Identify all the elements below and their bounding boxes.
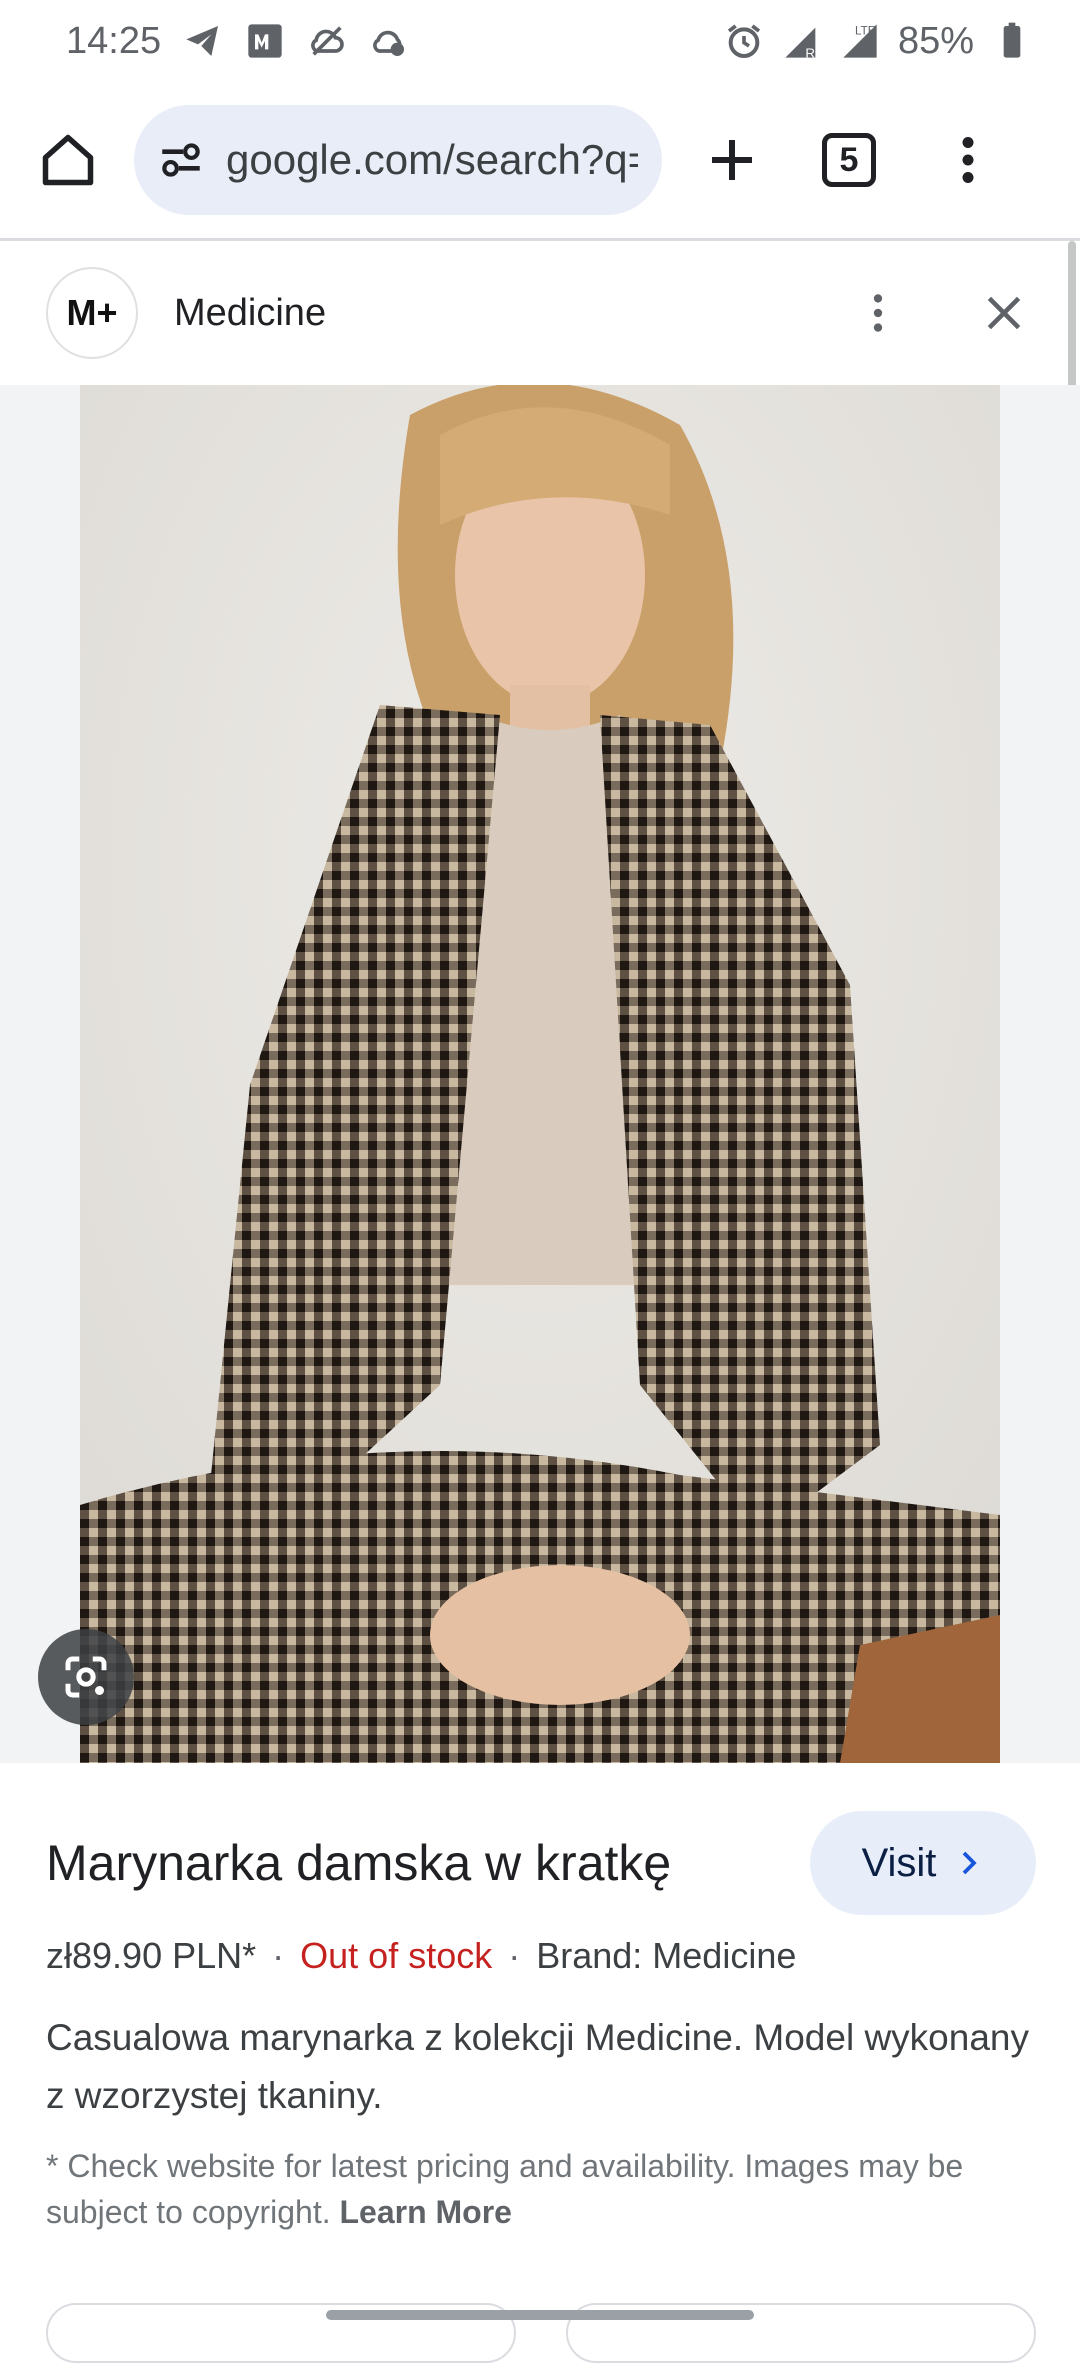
- more-vert-icon: [873, 294, 883, 332]
- cloud-off-icon: [307, 21, 347, 61]
- status-time: 14:25: [66, 19, 162, 62]
- tab-switcher-button[interactable]: 5: [822, 133, 876, 187]
- signal-lte-icon: LTE: [840, 21, 880, 61]
- product-brand: Brand: Medicine: [536, 1935, 797, 1976]
- home-button[interactable]: [32, 124, 104, 196]
- lens-icon: [65, 1656, 107, 1698]
- alarm-icon: [724, 21, 764, 61]
- source-header: M+ Medicine: [0, 241, 1080, 385]
- product-description: Casualowa marynarka z kolekcji Medicine.…: [46, 2017, 1029, 2116]
- brand-logo[interactable]: M+: [46, 267, 138, 359]
- more-vert-icon: [962, 137, 974, 183]
- status-left: 14:25: [66, 20, 409, 63]
- title-row: Marynarka damska w kratkę Visit: [46, 1809, 1036, 1917]
- home-icon: [42, 134, 94, 186]
- home-indicator[interactable]: [326, 2310, 754, 2320]
- product-info-panel: Marynarka damska w kratkę Visit zł89.90 …: [0, 1763, 1080, 2363]
- telegram-icon: [183, 21, 223, 61]
- signal-r-icon: R: [782, 21, 822, 61]
- meta-separator: ·: [508, 1935, 521, 1976]
- disclaimer: * Check website for latest pricing and a…: [46, 2143, 1036, 2235]
- status-right: R LTE 85%: [724, 20, 1032, 63]
- product-price: zł89.90 PLN*: [46, 1935, 257, 1976]
- cloud-sync-icon: [369, 21, 409, 61]
- lte-label: LTE: [855, 24, 876, 37]
- status-bar: 14:25 R LTE 85%: [0, 0, 1080, 82]
- product-photo: [80, 385, 1000, 1763]
- url-text[interactable]: google.com/search?q=: [226, 136, 638, 184]
- battery-icon: [992, 21, 1032, 61]
- plus-icon: [712, 140, 752, 180]
- close-icon: [987, 296, 1021, 330]
- svg-text:R: R: [805, 46, 815, 61]
- source-name[interactable]: Medicine: [174, 292, 326, 335]
- meta-separator: ·: [272, 1935, 285, 1976]
- visit-label: Visit: [861, 1840, 937, 1885]
- close-button[interactable]: [974, 283, 1034, 343]
- site-settings-icon[interactable]: [156, 135, 206, 185]
- stock-status: Out of stock: [300, 1935, 493, 1976]
- source-more-button[interactable]: [848, 283, 908, 343]
- product-title: Marynarka damska w kratkę: [46, 1835, 672, 1891]
- browser-menu-button[interactable]: [932, 124, 1004, 196]
- m-app-icon: [245, 21, 285, 61]
- visit-button[interactable]: Visit: [810, 1811, 1036, 1915]
- browser-toolbar: google.com/search?q= 5: [0, 82, 1080, 238]
- google-lens-button[interactable]: [38, 1629, 134, 1725]
- address-bar[interactable]: google.com/search?q=: [134, 105, 662, 215]
- chevron-right-icon: [963, 1851, 978, 1875]
- product-meta: zł89.90 PLN* · Out of stock · Brand: Med…: [46, 1935, 796, 1977]
- learn-more-link[interactable]: Learn More: [339, 2194, 511, 2230]
- battery-percent: 85%: [897, 19, 974, 62]
- new-tab-button[interactable]: [696, 124, 768, 196]
- image-viewer: [0, 385, 1080, 1763]
- product-image[interactable]: [80, 385, 1000, 1763]
